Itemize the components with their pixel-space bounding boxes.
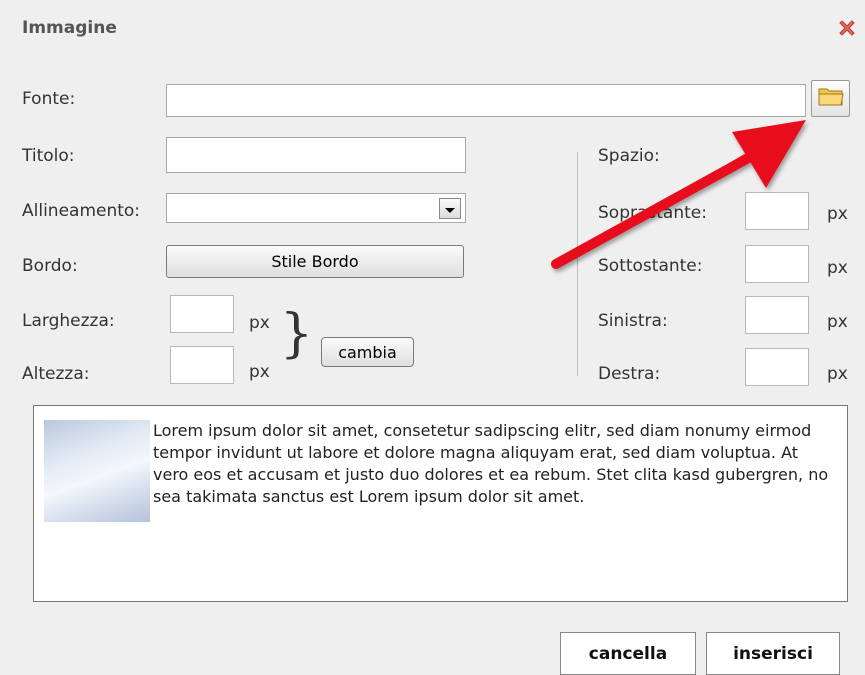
stile-bordo-button[interactable]: Stile Bordo (166, 245, 464, 278)
larghezza-label: Larghezza: (22, 311, 115, 331)
sottostante-label: Sottostante: (598, 256, 703, 276)
sinistra-label: Sinistra: (598, 311, 668, 331)
close-icon[interactable] (836, 17, 858, 39)
preview-content: Lorem ipsum dolor sit amet, consetetur s… (34, 406, 847, 522)
destra-label: Destra: (598, 364, 661, 384)
sottostante-unit: px (827, 258, 848, 278)
allineamento-label: Allineamento: (22, 201, 141, 221)
sottostante-input[interactable] (745, 245, 809, 283)
soprastante-label: Soprastante: (598, 203, 707, 223)
fonte-input[interactable] (166, 84, 806, 117)
cambia-button[interactable]: cambia (321, 337, 414, 367)
fonte-label: Fonte: (22, 89, 76, 109)
preview-text: Lorem ipsum dolor sit amet, consetetur s… (153, 421, 829, 506)
larghezza-input[interactable] (170, 295, 234, 333)
folder-icon (818, 85, 844, 112)
sinistra-input[interactable] (745, 296, 809, 334)
altezza-label: Altezza: (22, 364, 90, 384)
column-divider (577, 152, 578, 376)
bordo-label: Bordo: (22, 256, 78, 276)
allineamento-select[interactable] (166, 193, 466, 223)
altezza-unit: px (249, 362, 270, 382)
destra-unit: px (827, 364, 848, 384)
brace-glyph: } (280, 304, 314, 364)
sinistra-unit: px (827, 312, 848, 332)
soprastante-unit: px (827, 204, 848, 224)
insert-button[interactable]: inserisci (706, 632, 840, 675)
spazio-label: Spazio: (598, 146, 660, 166)
browse-button[interactable] (811, 80, 850, 117)
preview-image (44, 420, 150, 522)
dialog-title: Immagine (22, 18, 117, 38)
titolo-input[interactable] (166, 137, 466, 173)
destra-input[interactable] (745, 348, 809, 386)
dialog-titlebar: Immagine (0, 0, 865, 56)
larghezza-unit: px (249, 313, 270, 333)
chevron-down-icon[interactable] (439, 198, 461, 219)
altezza-input[interactable] (170, 346, 234, 384)
titolo-label: Titolo: (22, 146, 75, 166)
preview-box: Lorem ipsum dolor sit amet, consetetur s… (33, 405, 848, 602)
cancel-button[interactable]: cancella (560, 632, 696, 675)
soprastante-input[interactable] (745, 192, 809, 230)
